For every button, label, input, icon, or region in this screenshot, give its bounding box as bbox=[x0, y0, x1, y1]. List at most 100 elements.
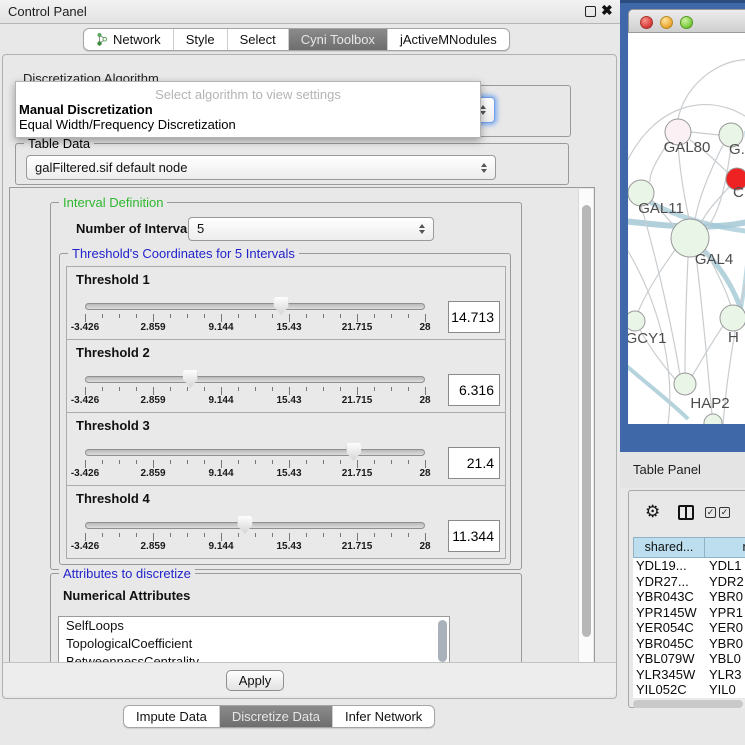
screen: Control Panel ✖ NetworkStyleSelectCyni T… bbox=[0, 0, 745, 745]
close-traffic-light[interactable] bbox=[640, 16, 653, 29]
tab-network[interactable]: Network bbox=[84, 29, 173, 50]
table-cell[interactable]: YDL19... bbox=[633, 558, 705, 574]
tab-discretize-data[interactable]: Discretize Data bbox=[219, 706, 332, 727]
table-cell[interactable]: YDL1 bbox=[705, 558, 745, 574]
network-node[interactable] bbox=[704, 414, 722, 424]
table-row[interactable]: YBR043CYBR0 bbox=[633, 589, 745, 605]
tab-style[interactable]: Style bbox=[173, 29, 227, 50]
scrollbar-thumb[interactable] bbox=[633, 700, 743, 708]
slider-thumb[interactable] bbox=[237, 516, 252, 534]
node-label: H bbox=[728, 329, 739, 346]
apply-button[interactable]: Apply bbox=[226, 670, 284, 691]
table-row[interactable]: YBR045CYBR0 bbox=[633, 636, 745, 652]
table-data-combo[interactable]: galFiltered.sif default node bbox=[26, 155, 496, 180]
dropdown-item[interactable]: Equal Width/Frequency Discretization bbox=[16, 117, 480, 132]
tab-select[interactable]: Select bbox=[227, 29, 288, 50]
node-table[interactable]: shared... na YDL19...YDL1YDR27...YDR2YBR… bbox=[633, 537, 745, 698]
table-cell[interactable]: YPR1 bbox=[705, 605, 745, 621]
tab-cyni-toolbox[interactable]: Cyni Toolbox bbox=[288, 29, 387, 50]
minimize-traffic-light[interactable] bbox=[660, 16, 673, 29]
table-cell[interactable]: YLR345W bbox=[633, 667, 705, 683]
cyni-toolbox-panel: Discretization Algorithm Select algorith… bbox=[2, 54, 617, 699]
table-cell[interactable]: YER054C bbox=[633, 620, 705, 636]
horizontal-scrollbar[interactable] bbox=[632, 699, 745, 708]
float-window-icon[interactable] bbox=[585, 6, 596, 17]
table-row[interactable]: YIL052CYIL0 bbox=[633, 682, 745, 698]
table-cell[interactable]: YBR0 bbox=[705, 589, 745, 605]
table-cell[interactable]: YBR043C bbox=[633, 589, 705, 605]
zoom-traffic-light[interactable] bbox=[680, 16, 693, 29]
attribute-list-item[interactable]: SelfLoops bbox=[59, 617, 449, 635]
slider-thumb[interactable] bbox=[274, 297, 289, 315]
network-node[interactable] bbox=[674, 373, 696, 395]
network-window-titlebar bbox=[628, 9, 745, 33]
table-cell[interactable]: YPR145W bbox=[633, 605, 705, 621]
checkbox-icon[interactable]: ✓ bbox=[705, 507, 716, 518]
table-row[interactable]: YDL19...YDL1 bbox=[633, 558, 745, 574]
tab-label: Impute Data bbox=[136, 706, 207, 727]
close-icon[interactable]: ✖ bbox=[601, 2, 613, 19]
bottom-tab-strip: Impute Data Discretize Data Infer Network bbox=[123, 705, 435, 728]
table-cell[interactable]: YIL052C bbox=[633, 682, 705, 698]
table-cell[interactable]: YIL0 bbox=[705, 682, 745, 698]
table-data-groupbox: Table Data galFiltered.sif default node bbox=[15, 143, 569, 185]
table-cell[interactable]: YBR0 bbox=[705, 636, 745, 652]
node-label: C bbox=[733, 184, 744, 201]
gear-icon[interactable]: ⚙ bbox=[645, 502, 660, 522]
network-canvas[interactable]: GAL80G.CGAL11GAL4GCY1HHAP2 bbox=[628, 33, 745, 424]
table-data-combo-value: galFiltered.sif default node bbox=[35, 160, 187, 175]
slider-track[interactable] bbox=[85, 303, 425, 310]
node-label: G. bbox=[729, 141, 745, 158]
table-cell[interactable]: YDR2 bbox=[705, 574, 745, 590]
columns-icon[interactable] bbox=[678, 505, 694, 520]
checkbox-icon[interactable]: ✓ bbox=[719, 507, 730, 518]
numerical-attributes-label: Numerical Attributes bbox=[63, 588, 190, 603]
column-header-shared-name[interactable]: shared... bbox=[633, 537, 705, 558]
slider-track[interactable] bbox=[85, 522, 425, 529]
number-of-intervals-combo[interactable]: 5 bbox=[188, 217, 434, 241]
node-label: HAP2 bbox=[690, 395, 729, 412]
table-cell[interactable]: YDR27... bbox=[633, 574, 705, 590]
table-cell[interactable]: YBL079W bbox=[633, 651, 705, 667]
tab-jactivemnodules[interactable]: jActiveMNodules bbox=[387, 29, 509, 50]
slider-thumb[interactable] bbox=[183, 370, 198, 388]
list-scrollbar-thumb[interactable] bbox=[438, 620, 447, 662]
network-node[interactable] bbox=[628, 311, 645, 331]
table-row[interactable]: YDR27...YDR2 bbox=[633, 574, 745, 590]
node-label: GAL80 bbox=[664, 139, 711, 156]
slider-track[interactable] bbox=[85, 449, 425, 456]
tab-infer-network[interactable]: Infer Network bbox=[332, 706, 434, 727]
slider-thumb[interactable] bbox=[346, 443, 361, 461]
table-cell[interactable]: YER0 bbox=[705, 620, 745, 636]
threshold-label: Threshold 3 bbox=[76, 418, 150, 433]
vertical-scrollbar[interactable] bbox=[578, 189, 593, 663]
attributes-group-label: Attributes to discretize bbox=[59, 566, 195, 581]
tab-impute-data[interactable]: Impute Data bbox=[124, 706, 219, 727]
table-row[interactable]: YER054CYER0 bbox=[633, 620, 745, 636]
network-node[interactable] bbox=[720, 305, 745, 331]
table-cell[interactable]: YLR3 bbox=[705, 667, 745, 683]
tab-label: Discretize Data bbox=[232, 706, 320, 727]
table-cell[interactable]: YBL0 bbox=[705, 651, 745, 667]
algorithm-dropdown-list: Manual DiscretizationEqual Width/Frequen… bbox=[16, 102, 480, 132]
table-row[interactable]: YBL079WYBL0 bbox=[633, 651, 745, 667]
numerical-attributes-list[interactable]: SelfLoopsTopologicalCoefficientBetweenne… bbox=[58, 616, 450, 665]
tab-label: Infer Network bbox=[345, 706, 422, 727]
table-cell[interactable]: YBR045C bbox=[633, 636, 705, 652]
table-row[interactable]: YPR145WYPR1 bbox=[633, 605, 745, 621]
threshold-value-field[interactable]: 6.316 bbox=[448, 374, 500, 406]
threshold-value-field[interactable]: 21.4 bbox=[448, 447, 500, 479]
threshold-row: Threshold 4-3.4262.8599.14415.4321.71528… bbox=[66, 485, 506, 559]
column-header-name[interactable]: na bbox=[705, 537, 745, 558]
combo-arrows-icon bbox=[481, 162, 488, 174]
threshold-value-field[interactable]: 11.344 bbox=[448, 520, 500, 552]
dropdown-item[interactable]: Manual Discretization bbox=[16, 102, 480, 117]
attribute-list-item[interactable]: TopologicalCoefficient bbox=[59, 635, 449, 653]
scrollbar-thumb[interactable] bbox=[582, 205, 591, 637]
table-row[interactable]: YLR345WYLR3 bbox=[633, 667, 745, 683]
threshold-value-field[interactable]: 14.713 bbox=[448, 301, 500, 333]
thresholds-groupbox: Threshold's Coordinates for 5 Intervals … bbox=[59, 253, 511, 565]
slider-track[interactable] bbox=[85, 376, 425, 383]
interval-definition-groupbox: Interval Definition Number of Intervals … bbox=[50, 202, 522, 570]
table-data-group-label: Table Data bbox=[24, 136, 94, 151]
